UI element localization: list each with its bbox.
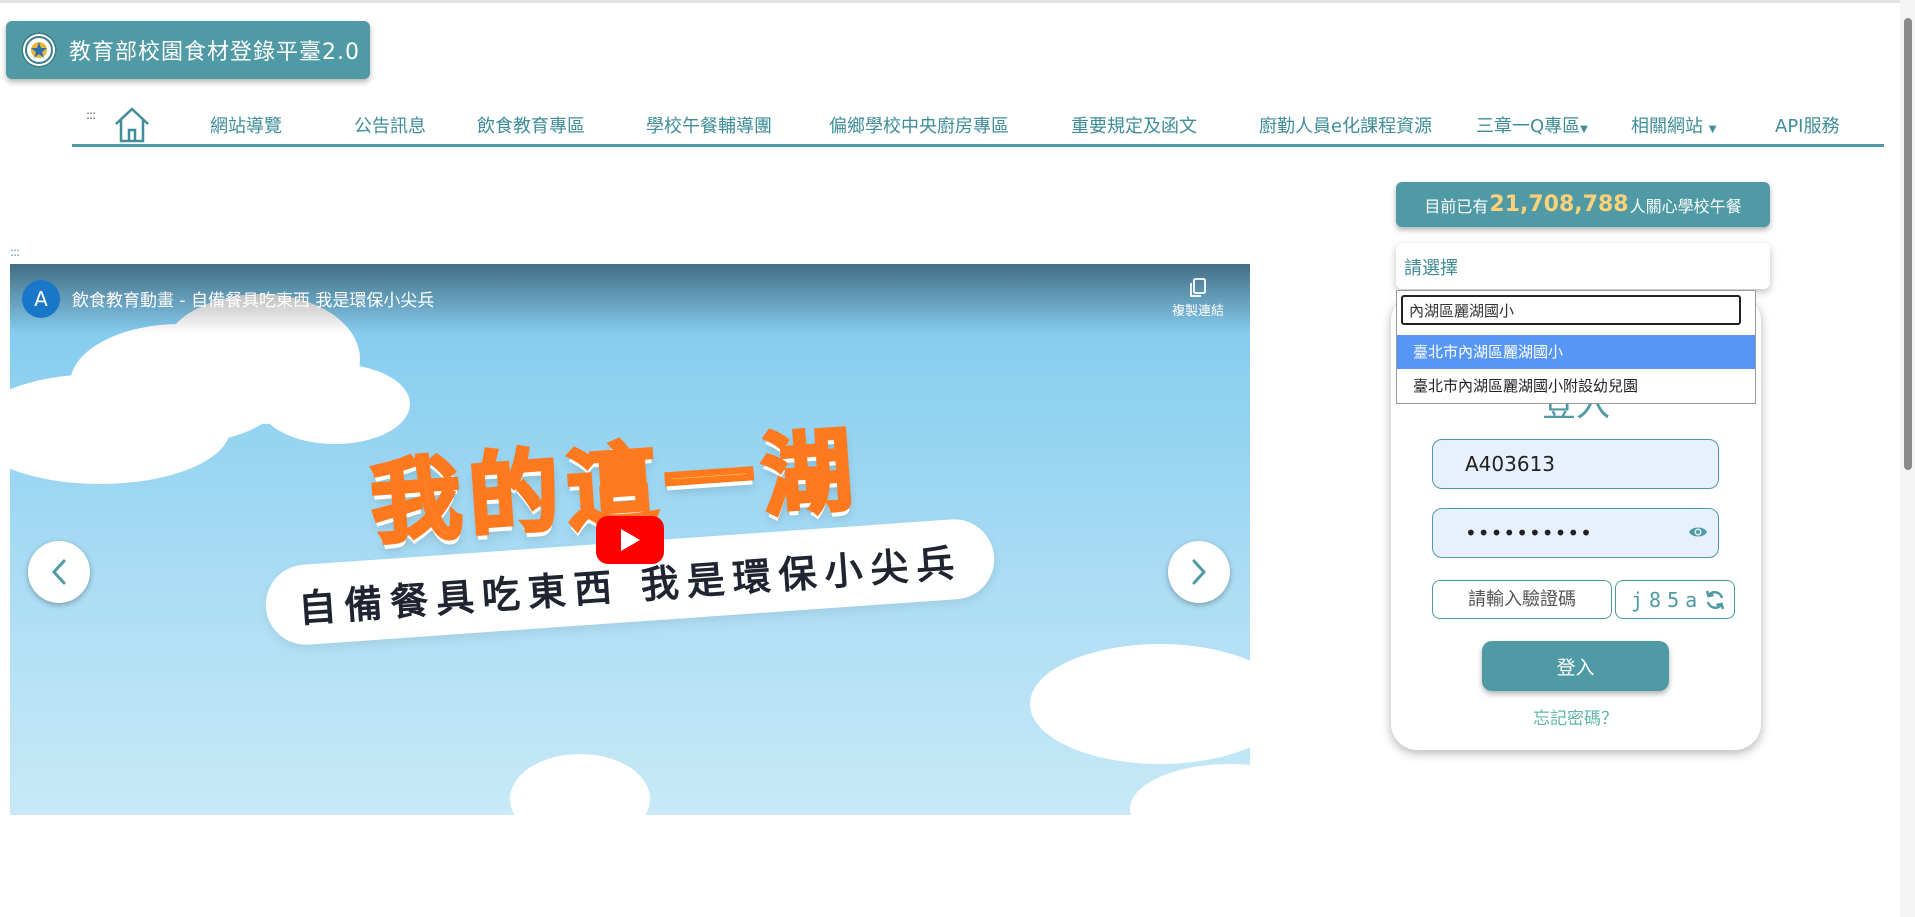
account-input[interactable]: A403613 — [1432, 439, 1719, 489]
school-select-label: 請選擇 — [1404, 258, 1458, 279]
school-select[interactable]: 請選擇 — [1396, 243, 1770, 289]
account-value: A403613 — [1465, 452, 1556, 476]
visitor-counter: 目前已有 21,708,788 人關心學校午餐 — [1396, 182, 1770, 227]
school-search-input[interactable] — [1401, 295, 1741, 325]
nav-item-rural-kitchen[interactable]: 偏鄉學校中央廚房專區 — [829, 112, 1009, 138]
copy-link-button[interactable]: 複製連結 — [1168, 278, 1228, 319]
carousel-prev-button[interactable] — [28, 541, 90, 603]
nav-item-staff-courses[interactable]: 廚勤人員e化課程資源 — [1259, 112, 1432, 138]
nav-item-three-chapter-q[interactable]: 三章一Q專區▼ — [1476, 112, 1588, 138]
captcha-input[interactable]: 請輸入驗證碼 — [1432, 580, 1612, 619]
school-dropdown: 臺北市內湖區麗湖國小 臺北市內湖區麗湖國小附設幼兒園 — [1396, 290, 1756, 404]
school-option[interactable]: 臺北市內湖區麗湖國小附設幼兒園 — [1397, 369, 1755, 403]
nav-item-label: 相關網站 — [1631, 116, 1703, 137]
page-scrollbar-thumb[interactable] — [1904, 18, 1912, 470]
top-border — [0, 0, 1915, 3]
home-icon[interactable] — [112, 104, 152, 144]
video-title[interactable]: 飲食教育動畫 - 自備餐具吃東西 我是環保小尖兵 — [72, 286, 434, 311]
main-nav: ::: 網站導覽 公告訊息 飲食教育專區 學校午餐輔導團 偏鄉學校中央廚房專區 … — [72, 104, 1884, 147]
nav-item-announcements[interactable]: 公告訊息 — [354, 112, 426, 138]
password-input[interactable]: •••••••••• — [1432, 508, 1719, 558]
counter-suffix: 人關心學校午餐 — [1629, 196, 1742, 216]
caret-down-icon: ▼ — [1708, 124, 1717, 135]
captcha-code: j85a — [1631, 588, 1704, 612]
chevron-left-icon — [51, 559, 66, 585]
video-player[interactable]: A 飲食教育動畫 - 自備餐具吃東西 我是環保小尖兵 複製連結 我的這一湖 自備… — [10, 264, 1250, 815]
copy-link-label: 複製連結 — [1171, 304, 1224, 319]
counter-number: 21,708,788 — [1489, 192, 1629, 217]
moe-emblem-icon — [21, 32, 57, 68]
nav-item-api[interactable]: API服務 — [1775, 112, 1839, 138]
eye-icon[interactable] — [1688, 524, 1708, 540]
channel-avatar[interactable]: A — [22, 280, 60, 318]
nav-item-related-sites[interactable]: 相關網站 ▼ — [1631, 112, 1716, 138]
site-logo[interactable]: 教育部校園食材登錄平臺2.0 — [6, 21, 370, 79]
captcha-image: j85a — [1615, 580, 1735, 619]
nav-item-diet-education[interactable]: 飲食教育專區 — [477, 112, 585, 138]
school-option[interactable]: 臺北市內湖區麗湖國小 — [1397, 335, 1755, 369]
nav-item-lunch-counseling[interactable]: 學校午餐輔導團 — [646, 112, 772, 138]
forgot-password-link[interactable]: 忘記密碼？ — [1482, 704, 1669, 729]
nav-item-regulations[interactable]: 重要規定及函文 — [1071, 112, 1197, 138]
counter-prefix: 目前已有 — [1424, 196, 1489, 216]
cloud-shape — [1030, 644, 1250, 764]
refresh-icon[interactable] — [1704, 589, 1726, 611]
nav-accesskey-handle[interactable]: ::: — [86, 108, 96, 122]
play-button[interactable] — [596, 516, 664, 564]
caret-down-icon: ▼ — [1580, 124, 1588, 135]
password-value: •••••••••• — [1465, 521, 1593, 545]
carousel-next-button[interactable] — [1168, 541, 1230, 603]
chevron-right-icon — [1192, 559, 1207, 585]
copy-icon — [1190, 278, 1206, 297]
cloud-shape — [1130, 764, 1250, 815]
section-accesskey-handle[interactable]: ::: — [10, 245, 20, 259]
play-icon — [621, 529, 640, 551]
site-title: 教育部校園食材登錄平臺2.0 — [69, 40, 360, 65]
login-button[interactable]: 登入 — [1482, 641, 1669, 691]
cloud-shape — [510, 754, 650, 815]
nav-item-sitemap[interactable]: 網站導覽 — [210, 112, 282, 138]
nav-item-label: 三章一Q專區 — [1476, 116, 1581, 137]
